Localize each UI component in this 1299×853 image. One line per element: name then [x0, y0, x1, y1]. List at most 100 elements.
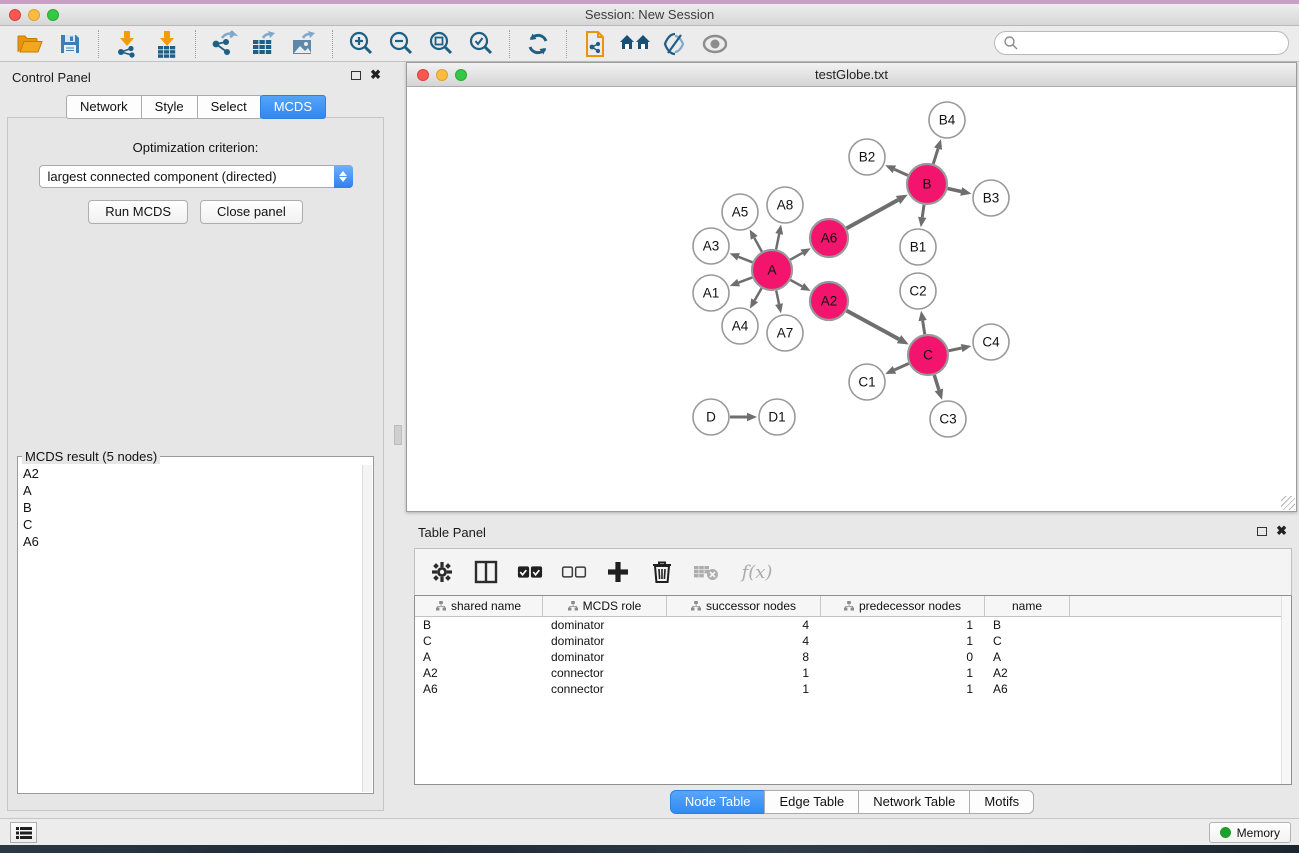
run-mcds-button[interactable]: Run MCDS	[88, 200, 188, 224]
add-icon[interactable]	[605, 559, 631, 585]
network-document-icon[interactable]	[575, 29, 615, 59]
zoom-in-icon[interactable]	[341, 29, 381, 59]
table-cell: A	[985, 649, 1070, 665]
minimize-window-button[interactable]	[28, 9, 40, 21]
list-icon	[16, 826, 32, 840]
result-item[interactable]: A6	[19, 533, 362, 550]
node-table: shared nameMCDS rolesuccessor nodesprede…	[414, 596, 1292, 785]
edge-A-A3[interactable]	[738, 257, 752, 263]
table-row[interactable]: A6connector11A6	[415, 681, 1291, 697]
table-cell: 1	[821, 681, 985, 697]
memory-status-icon	[1220, 827, 1231, 838]
tab-node-table[interactable]: Node Table	[670, 790, 766, 814]
float-table-panel-icon[interactable]	[1257, 527, 1267, 536]
column-header-successor-nodes[interactable]: successor nodes	[667, 596, 821, 616]
edge-A6-B[interactable]	[847, 200, 899, 228]
edge-A-A2[interactable]	[790, 280, 802, 286]
eye-icon[interactable]	[695, 29, 735, 59]
column-view-icon[interactable]	[473, 559, 499, 585]
close-panel-icon[interactable]: ✖	[370, 70, 381, 80]
close-panel-button[interactable]: Close panel	[200, 200, 303, 224]
result-scrollbar[interactable]	[362, 465, 372, 792]
import-table-icon[interactable]	[147, 29, 187, 59]
tab-select[interactable]: Select	[197, 95, 261, 119]
table-row[interactable]: Bdominator41B	[415, 617, 1291, 633]
search-box[interactable]	[994, 31, 1289, 55]
table-row[interactable]: Adominator80A	[415, 649, 1291, 665]
edge-A-A4[interactable]	[755, 288, 762, 300]
network-window-titlebar[interactable]: testGlobe.txt	[407, 63, 1296, 87]
edge-A-A6[interactable]	[790, 253, 802, 260]
tab-network-table[interactable]: Network Table	[858, 790, 970, 814]
split-pane-handle[interactable]	[394, 425, 402, 445]
network-graph: B4B2BB3A8A5A6A3B1AC2A1A2A4A7C4CC1C3DD1	[407, 87, 1296, 511]
desktop-wallpaper-bottom	[0, 845, 1299, 853]
network-zoom-button[interactable]	[455, 69, 467, 81]
export-network-icon[interactable]	[204, 29, 244, 59]
save-icon[interactable]	[50, 29, 90, 59]
edge-A-A7[interactable]	[776, 291, 779, 305]
edge-C-C4[interactable]	[949, 348, 962, 351]
zoom-window-button[interactable]	[47, 9, 59, 21]
edge-A-A8[interactable]	[776, 234, 779, 249]
column-header-MCDS-role[interactable]: MCDS role	[543, 596, 667, 616]
tab-edge-table[interactable]: Edge Table	[764, 790, 859, 814]
table-scrollbar[interactable]	[1281, 596, 1291, 784]
edge-C-C2[interactable]	[923, 321, 925, 335]
tab-motifs[interactable]: Motifs	[969, 790, 1034, 814]
edge-B-B3[interactable]	[948, 188, 962, 191]
zoom-fit-icon[interactable]	[421, 29, 461, 59]
table-panel-title: Table Panel	[418, 525, 486, 540]
table-row[interactable]: Cdominator41C	[415, 633, 1291, 649]
result-item[interactable]: A	[19, 482, 362, 499]
zoom-out-icon[interactable]	[381, 29, 421, 59]
tab-style[interactable]: Style	[141, 95, 198, 119]
table-row[interactable]: A2connector11A2	[415, 665, 1291, 681]
network-minimize-button[interactable]	[436, 69, 448, 81]
edge-A-A1[interactable]	[739, 277, 753, 282]
tab-network[interactable]: Network	[66, 95, 142, 119]
trash-icon[interactable]	[649, 559, 675, 585]
arrowhead-icon	[747, 413, 757, 421]
column-header-predecessor-nodes[interactable]: predecessor nodes	[821, 596, 985, 616]
close-table-panel-icon[interactable]: ✖	[1276, 526, 1287, 536]
result-item[interactable]: A2	[19, 465, 362, 482]
export-image-icon[interactable]	[284, 29, 324, 59]
edge-A-A5[interactable]	[754, 238, 762, 252]
network-canvas[interactable]: B4B2BB3A8A5A6A3B1AC2A1A2A4A7C4CC1C3DD1	[407, 87, 1296, 511]
search-input[interactable]	[1019, 36, 1288, 51]
edge-B-B4[interactable]	[933, 149, 938, 164]
column-header-name[interactable]: name	[985, 596, 1070, 616]
select-all-checkbox-icon[interactable]	[517, 559, 543, 585]
export-table-icon[interactable]	[244, 29, 284, 59]
close-window-button[interactable]	[9, 9, 21, 21]
edge-C-C3[interactable]	[934, 375, 939, 390]
refresh-icon[interactable]	[518, 29, 558, 59]
result-item[interactable]: B	[19, 499, 362, 516]
table-cell: 1	[667, 681, 821, 697]
dropdown-stepper-icon	[334, 165, 353, 188]
network-close-button[interactable]	[417, 69, 429, 81]
criterion-dropdown[interactable]: largest connected component (directed)	[39, 165, 353, 188]
column-header-shared-name[interactable]: shared name	[415, 596, 543, 616]
gear-icon[interactable]	[429, 559, 455, 585]
table-cell: 4	[667, 633, 821, 649]
hide-graphics-details-icon[interactable]	[655, 29, 695, 59]
task-list-button[interactable]	[10, 822, 37, 843]
float-panel-icon[interactable]	[351, 71, 361, 80]
resize-grip-icon[interactable]	[1281, 496, 1295, 510]
import-network-icon[interactable]	[107, 29, 147, 59]
memory-button[interactable]: Memory	[1209, 822, 1291, 843]
table-cell: A6	[985, 681, 1070, 697]
edge-C-C1[interactable]	[894, 363, 908, 369]
cybrowser-home-icon[interactable]	[615, 29, 655, 59]
edge-A2-C[interactable]	[847, 311, 899, 340]
edge-B-B2[interactable]	[894, 169, 907, 175]
result-item[interactable]: C	[19, 516, 362, 533]
table-panel: Table Panel ✖	[404, 520, 1299, 818]
unselect-all-checkbox-icon[interactable]	[561, 559, 587, 585]
zoom-selected-icon[interactable]	[461, 29, 501, 59]
tab-mcds[interactable]: MCDS	[260, 95, 326, 119]
edge-B-B1[interactable]	[922, 205, 924, 218]
open-folder-icon[interactable]	[10, 29, 50, 59]
